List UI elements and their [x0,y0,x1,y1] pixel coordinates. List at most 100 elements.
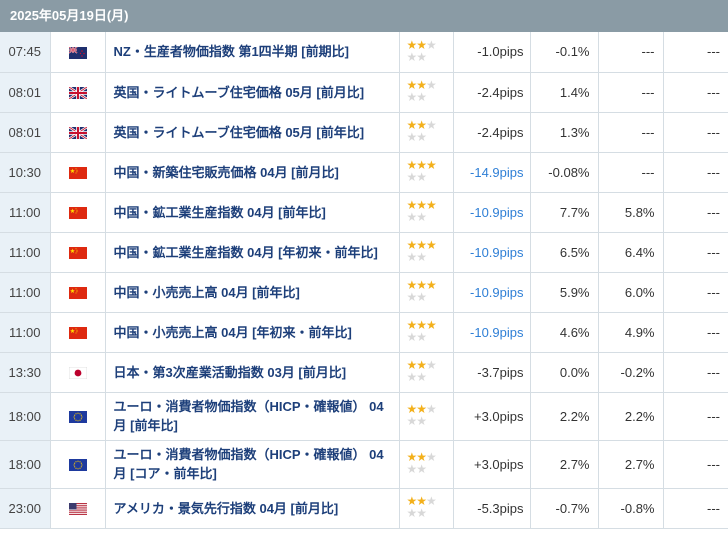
china-flag-icon [50,192,106,233]
star-empty-icon: ★★ [406,170,427,184]
result-value: --- [663,32,728,73]
forecast-value: 5.8% [598,192,664,233]
star-empty-icon: ★★ [406,130,427,144]
importance-stars: ★★★ ★★ [399,112,454,153]
pips-change: -14.9pips [453,152,531,193]
pips-change: +3.0pips [453,392,531,441]
importance-stars: ★★★ ★★ [399,488,454,529]
importance-stars: ★★★ ★★ [399,312,454,353]
previous-value: 1.3% [530,112,599,153]
forecast-value: 2.2% [598,392,664,441]
us-flag-icon [50,488,106,529]
pips-change: -10.9pips [453,272,531,313]
star-empty-icon: ★ [426,358,437,372]
calendar-row: 11:00 中国・小売売上高 04月 [年初来・前年比] ★★★ ★★ -10.… [0,312,728,353]
importance-stars: ★★★ ★★ [399,152,454,193]
previous-value: 5.9% [530,272,599,313]
event-name-link[interactable]: 中国・小売売上高 04月 [前年比] [105,272,400,313]
importance-stars: ★★★ ★★ [399,440,454,489]
previous-value: 6.5% [530,232,599,273]
star-empty-icon: ★★ [406,414,427,428]
event-time: 08:01 [0,112,51,153]
event-time: 18:00 [0,392,51,441]
eu-flag-icon [50,392,106,441]
pips-change: -2.4pips [453,112,531,153]
calendar-row: 18:00 ユーロ・消費者物価指数（HICP・確報値） 04月 [前年比] ★★… [0,392,728,441]
star-empty-icon: ★★ [406,290,427,304]
result-value: --- [663,112,728,153]
star-empty-icon: ★ [426,494,437,508]
forecast-value: -0.2% [598,352,664,393]
calendar-row: 11:00 中国・鉱工業生産指数 04月 [前年比] ★★★ ★★ -10.9p… [0,192,728,233]
result-value: --- [663,232,728,273]
importance-stars: ★★★ ★★ [399,352,454,393]
event-time: 23:00 [0,488,51,529]
event-name-link[interactable]: ユーロ・消費者物価指数（HICP・確報値） 04月 [コア・前年比] [105,440,400,489]
calendar-row: 13:30 日本・第3次産業活動指数 03月 [前月比] ★★★ ★★ -3.7… [0,352,728,393]
calendar-row: 18:00 ユーロ・消費者物価指数（HICP・確報値） 04月 [コア・前年比]… [0,440,728,489]
pips-change: -2.4pips [453,72,531,113]
china-flag-icon [50,272,106,313]
pips-change: -10.9pips [453,312,531,353]
star-empty-icon: ★ [426,450,437,464]
forecast-value: -0.8% [598,488,664,529]
importance-stars: ★★★ ★★ [399,232,454,273]
star-empty-icon: ★ [426,37,437,52]
star-empty-icon: ★★ [406,370,427,384]
importance-stars: ★★★ ★★ [399,272,454,313]
result-value: --- [663,440,728,489]
star-empty-icon: ★ [426,118,437,132]
star-empty-icon: ★★ [406,506,427,520]
event-time: 10:30 [0,152,51,193]
japan-flag-icon [50,352,106,393]
pips-change: -10.9pips [453,232,531,273]
star-empty-icon: ★★ [406,462,427,476]
previous-value: -0.1% [530,32,599,73]
star-empty-icon: ★ [426,78,437,92]
event-name-link[interactable]: 日本・第3次産業活動指数 03月 [前月比] [105,352,400,393]
pips-change: +3.0pips [453,440,531,489]
pips-change: -5.3pips [453,488,531,529]
forecast-value: --- [598,112,664,153]
event-time: 11:00 [0,232,51,273]
calendar-row: 23:00 アメリカ・景気先行指数 04月 [前月比] ★★★ ★★ -5.3p… [0,488,728,529]
event-name-link[interactable]: 中国・新築住宅販売価格 04月 [前月比] [105,152,400,193]
event-name-link[interactable]: 中国・小売売上高 04月 [年初来・前年比] [105,312,400,353]
previous-value: 7.7% [530,192,599,233]
date-header: 2025年05月19日(月) [0,0,728,32]
event-name-link[interactable]: 英国・ライトムーブ住宅価格 05月 [前年比] [105,112,400,153]
previous-value: 2.2% [530,392,599,441]
event-name-link[interactable]: アメリカ・景気先行指数 04月 [前月比] [105,488,400,529]
importance-stars: ★★★ ★★ [399,192,454,233]
star-empty-icon: ★★ [406,90,427,104]
event-time: 07:45 [0,32,51,73]
result-value: --- [663,272,728,313]
china-flag-icon [50,232,106,273]
event-name-link[interactable]: 中国・鉱工業生産指数 04月 [前年比] [105,192,400,233]
event-time: 11:00 [0,192,51,233]
pips-change: -10.9pips [453,192,531,233]
china-flag-icon [50,312,106,353]
forecast-value: --- [598,152,664,193]
star-empty-icon: ★★ [406,210,427,224]
event-name-link[interactable]: 英国・ライトムーブ住宅価格 05月 [前月比] [105,72,400,113]
event-time: 11:00 [0,312,51,353]
uk-flag-icon [50,72,106,113]
calendar-row: 08:01 英国・ライトムーブ住宅価格 05月 [前年比] ★★★ ★★ -2.… [0,112,728,153]
result-value: --- [663,488,728,529]
event-name-link[interactable]: NZ・生産者物価指数 第1四半期 [前期比] [105,32,400,73]
star-empty-icon: ★★ [406,250,427,264]
event-name-link[interactable]: 中国・鉱工業生産指数 04月 [年初来・前年比] [105,232,400,273]
event-name-link[interactable]: ユーロ・消費者物価指数（HICP・確報値） 04月 [前年比] [105,392,400,441]
forecast-value: 2.7% [598,440,664,489]
importance-stars: ★★★ ★★ [399,32,454,73]
calendar-row: 11:00 中国・鉱工業生産指数 04月 [年初来・前年比] ★★★ ★★ -1… [0,232,728,273]
previous-value: 1.4% [530,72,599,113]
event-time: 13:30 [0,352,51,393]
previous-value: 4.6% [530,312,599,353]
pips-change: -3.7pips [453,352,531,393]
calendar-row: 07:45 NZ・生産者物価指数 第1四半期 [前期比] ★★★ ★★ -1.0… [0,32,728,73]
eu-flag-icon [50,440,106,489]
economic-calendar-table: 07:45 NZ・生産者物価指数 第1四半期 [前期比] ★★★ ★★ -1.0… [0,32,728,529]
star-empty-icon: ★ [426,402,437,416]
